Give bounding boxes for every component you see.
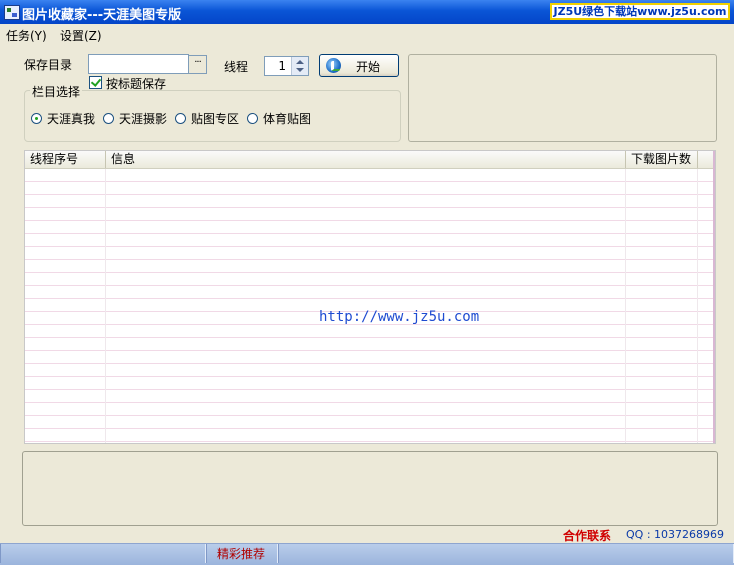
radio-tiyu-tietu[interactable] — [247, 113, 258, 124]
thread-list[interactable]: 线程序号 信息 下载图片数 — [24, 150, 716, 444]
start-button-label: 开始 — [356, 60, 381, 74]
window-title: 图片收藏家---天涯美图专版 — [22, 8, 182, 23]
stepper-up-icon[interactable] — [296, 60, 304, 64]
column-divider — [625, 169, 626, 443]
thread-value: 1 — [278, 59, 286, 73]
thread-label: 线程 — [224, 60, 249, 74]
column-select-legend: 栏目选择 — [30, 83, 83, 100]
status-segment — [0, 544, 206, 563]
radio-tianya-sheying[interactable] — [103, 113, 114, 124]
status-segment — [278, 544, 734, 563]
list-right-edge — [713, 151, 715, 443]
center-url-watermark: http://www.jz5u.com — [319, 309, 480, 325]
qq-number: QQ : 1037268969 — [626, 528, 725, 541]
menu-settings[interactable]: 设置(Z) — [60, 27, 102, 44]
save-dir-input[interactable] — [88, 54, 189, 74]
radio-tianya-zhenwo[interactable] — [31, 113, 42, 124]
column-header-download-count[interactable]: 下载图片数 — [626, 151, 698, 168]
recommend-link[interactable]: 精彩推荐 — [217, 545, 265, 562]
menu-bar — [0, 24, 734, 44]
column-header-info[interactable]: 信息 — [106, 151, 626, 168]
log-panel — [22, 451, 718, 526]
radio-label-tietu-zhuanqu: 贴图专区 — [191, 112, 240, 126]
info-panel — [408, 54, 717, 142]
menu-task[interactable]: 任务(Y) — [6, 27, 47, 44]
list-body[interactable] — [25, 169, 715, 443]
radio-label-tianya-sheying: 天涯摄影 — [119, 112, 168, 126]
radio-label-tiyu-tietu: 体育贴图 — [263, 112, 312, 126]
watermark-banner: JZ5U绿色下载站www.jz5u.com — [550, 3, 730, 20]
radio-label-tianya-zhenwo: 天涯真我 — [47, 112, 96, 126]
contact-link[interactable]: 合作联系 — [563, 527, 611, 544]
save-dir-label: 保存目录 — [24, 58, 73, 72]
column-header-thread-no[interactable]: 线程序号 — [25, 151, 106, 168]
stepper-buttons[interactable] — [291, 57, 308, 75]
radio-tietu-zhuanqu[interactable] — [175, 113, 186, 124]
start-button[interactable]: 开始 — [319, 54, 399, 77]
app-icon[interactable] — [4, 5, 20, 20]
save-by-title-checkbox[interactable] — [89, 76, 102, 89]
column-divider — [697, 169, 698, 443]
browse-button[interactable]: ··· — [188, 55, 207, 74]
column-divider — [105, 169, 106, 443]
list-header: 线程序号 信息 下载图片数 — [25, 151, 715, 169]
stepper-down-icon[interactable] — [296, 68, 304, 72]
start-icon — [326, 58, 341, 73]
thread-stepper[interactable]: 1 — [264, 56, 309, 76]
